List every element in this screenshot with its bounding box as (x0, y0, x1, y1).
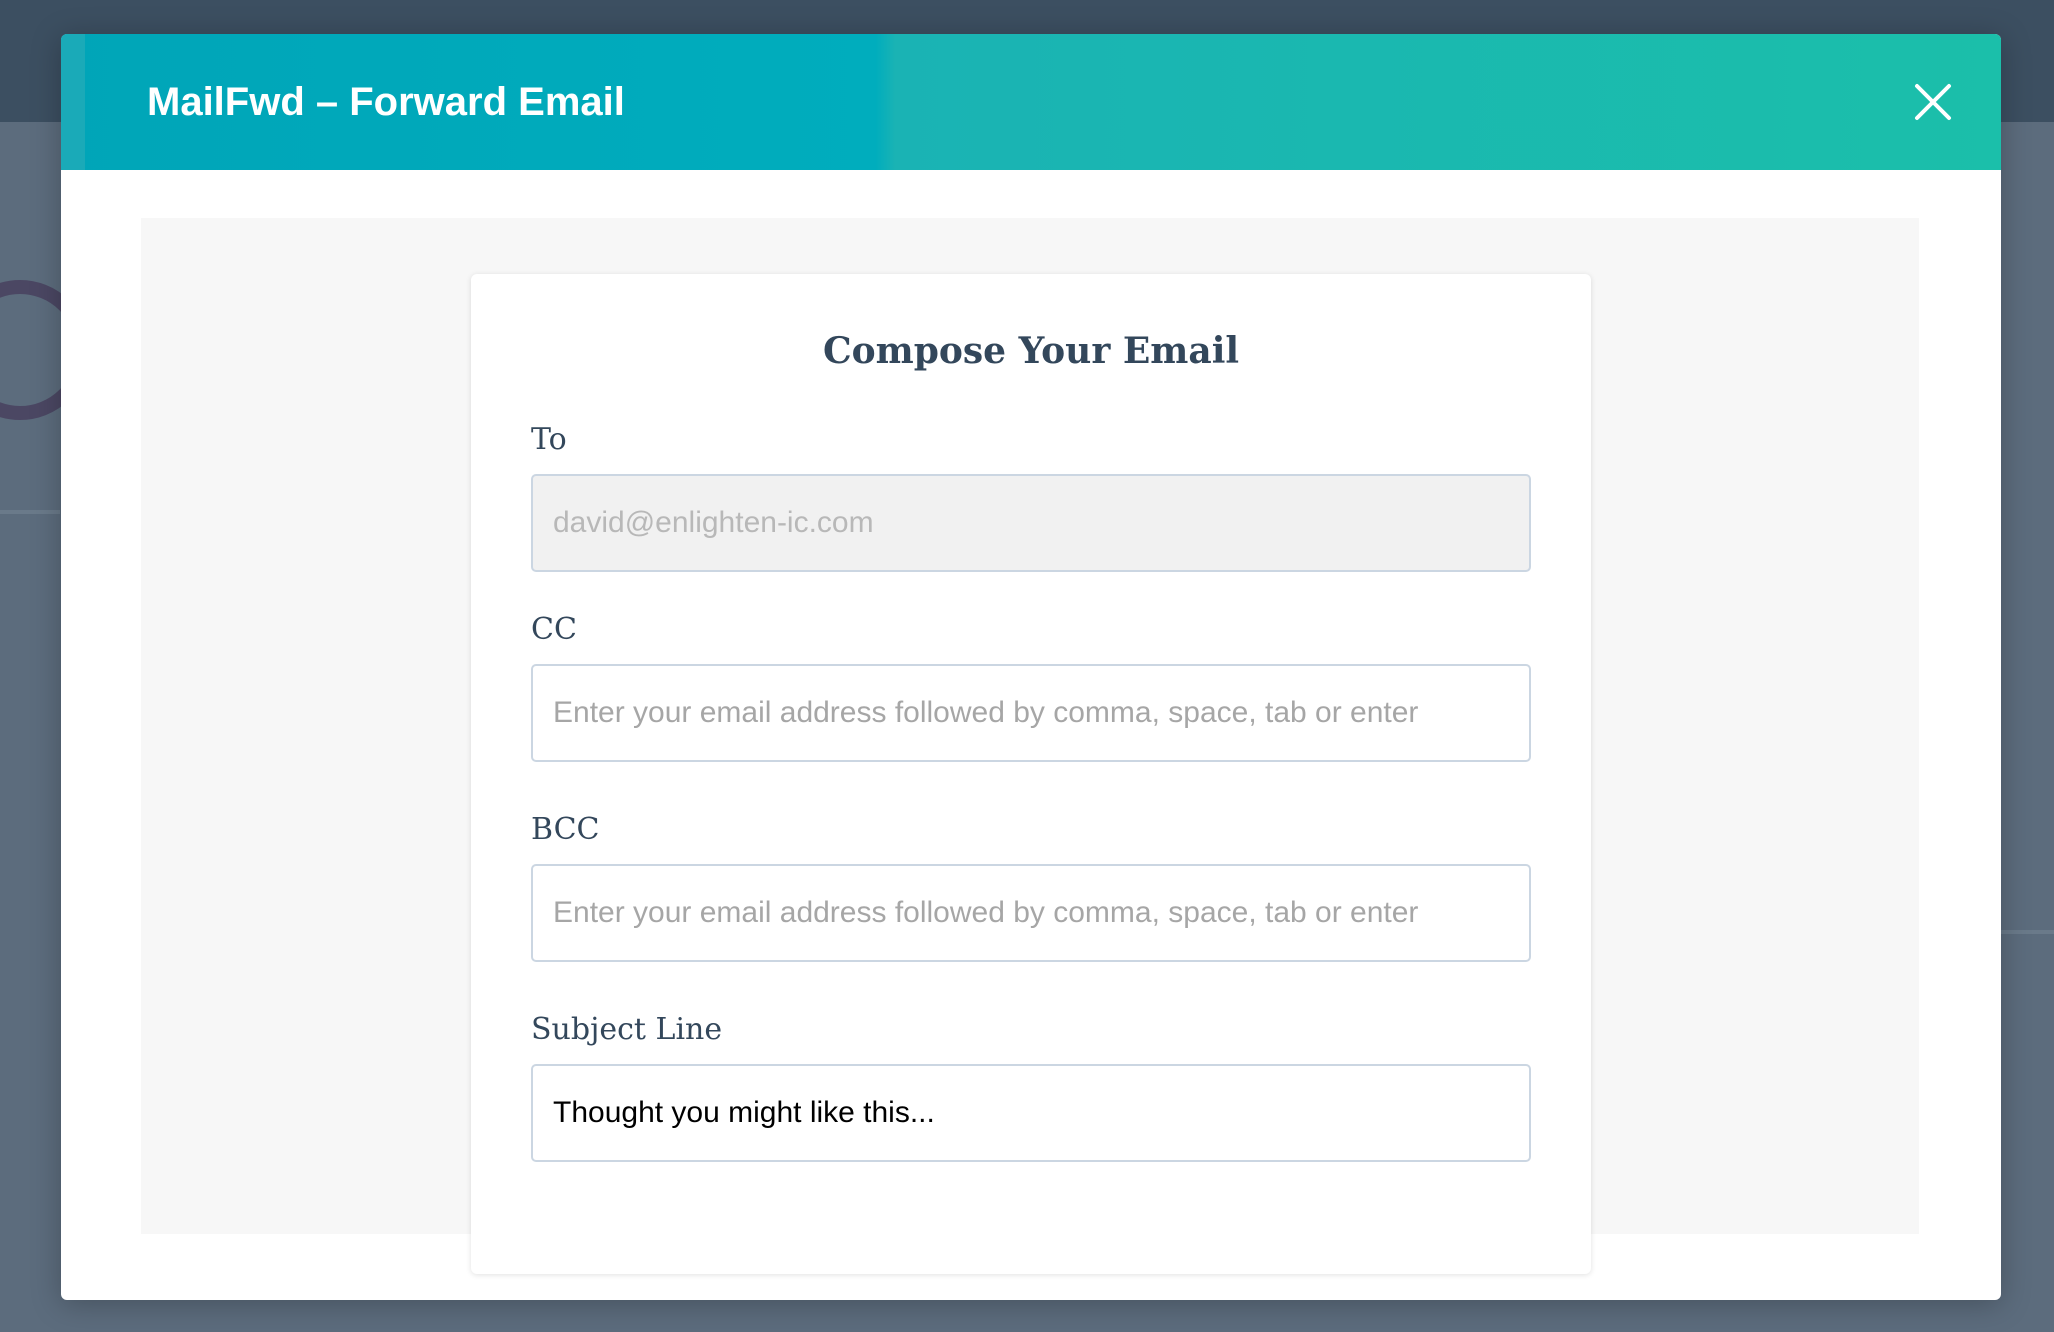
to-label: To (531, 422, 567, 457)
close-icon (1915, 84, 1951, 120)
to-field[interactable] (531, 474, 1531, 572)
backdrop-divider (0, 510, 60, 514)
modal-header: MailFwd – Forward Email (61, 34, 2001, 170)
cc-label: CC (531, 612, 577, 647)
compose-card: Compose Your Email To CC BCC Subject Lin… (471, 274, 1591, 1274)
bcc-label: BCC (531, 812, 600, 847)
backdrop-divider (2001, 930, 2054, 934)
modal-title: MailFwd – Forward Email (147, 80, 625, 124)
compose-heading: Compose Your Email (822, 330, 1240, 372)
subject-field[interactable] (531, 1064, 1531, 1162)
modal-header-strip (61, 34, 85, 170)
close-button[interactable] (1911, 80, 1955, 124)
modal-body: Compose Your Email To CC BCC Subject Lin… (141, 218, 1919, 1274)
forward-email-modal: MailFwd – Forward Email Compose Your Ema… (61, 34, 2001, 1300)
cc-field[interactable] (531, 664, 1531, 762)
subject-label: Subject Line (531, 1012, 723, 1047)
bcc-field[interactable] (531, 864, 1531, 962)
